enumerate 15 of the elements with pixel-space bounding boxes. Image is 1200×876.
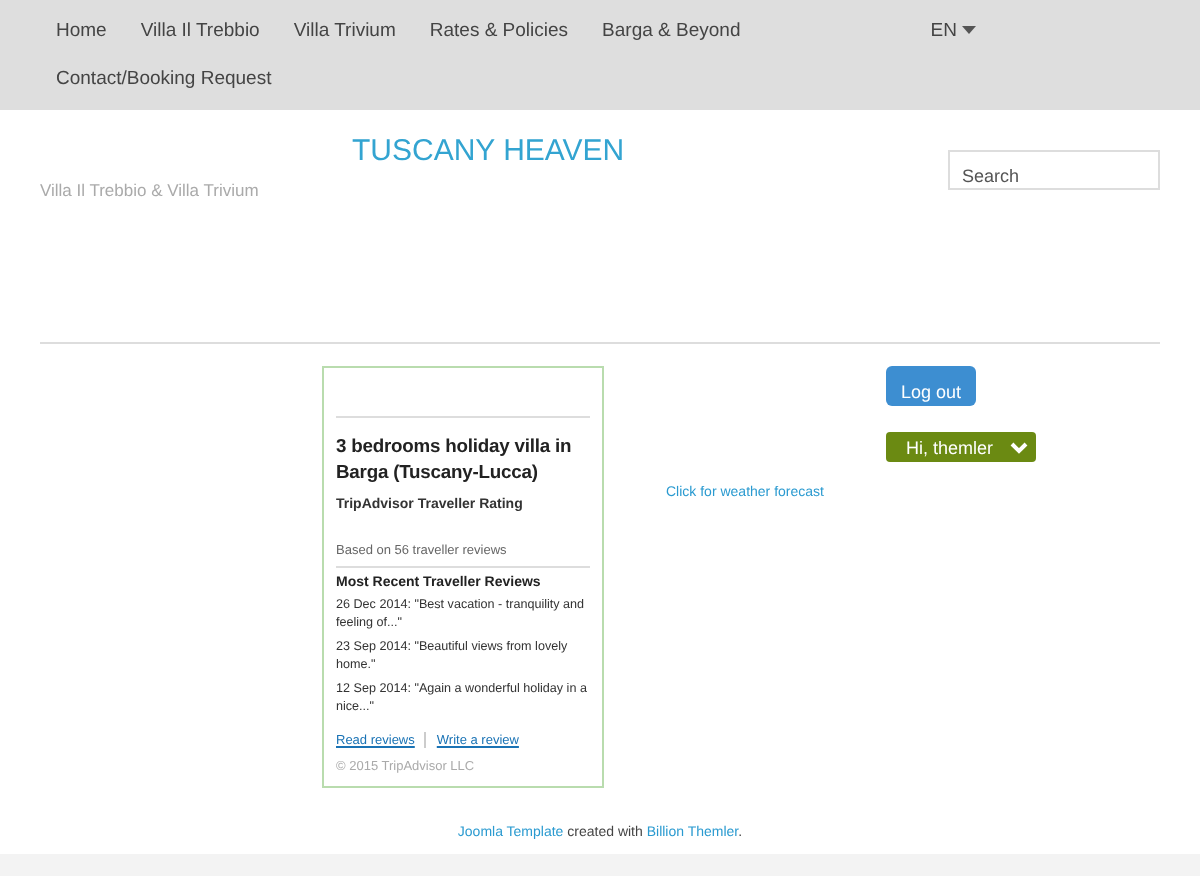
- nav-link[interactable]: Villa Trivium: [277, 19, 414, 41]
- nav-link[interactable]: Rates & Policies: [413, 19, 587, 41]
- nav-link[interactable]: Villa Il Trebbio: [124, 19, 278, 41]
- nav-link[interactable]: Contact/Booking Request: [40, 67, 290, 89]
- widget-heading: 3 bedrooms holiday villa in Barga (Tuscany-Lucca): [336, 432, 574, 484]
- site-title[interactable]: TUSCANY HEAVEN: [352, 134, 625, 168]
- logout-button[interactable]: Log out: [885, 366, 976, 406]
- chevron-down-icon: [1009, 441, 1027, 453]
- nav-link[interactable]: Home: [40, 19, 125, 41]
- caret-icon: [962, 26, 977, 34]
- search-field[interactable]: Search: [948, 150, 1160, 190]
- user-menu-button[interactable]: Hi, themler: [885, 432, 1035, 462]
- nav-link[interactable]: Barga & Beyond: [586, 19, 759, 41]
- language-dropdown[interactable]: EN: [930, 19, 977, 41]
- site-subtitle: Villa Il Trebbio & Villa Trivium: [40, 180, 261, 200]
